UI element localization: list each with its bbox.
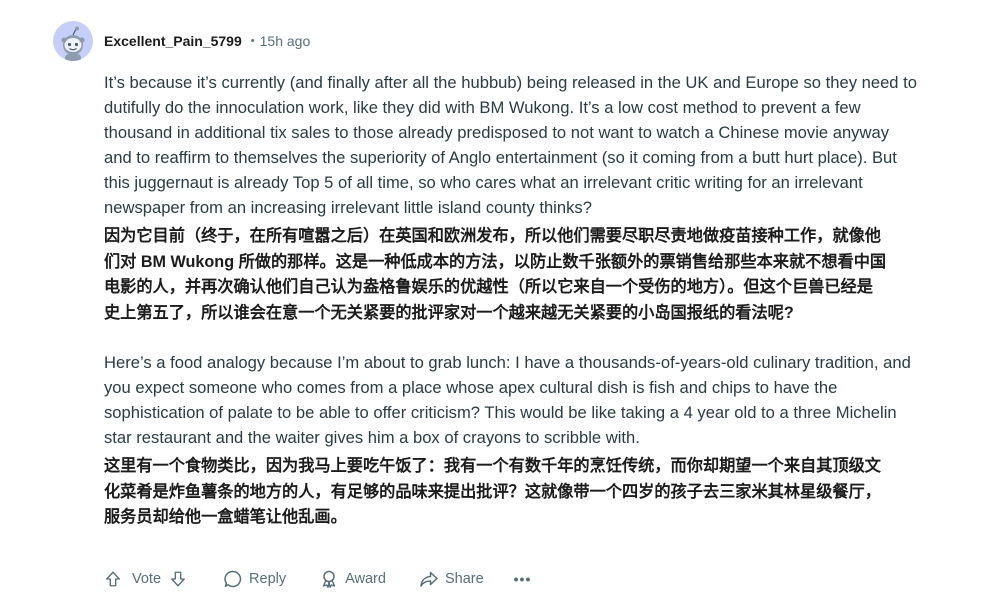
comment-paragraph-chinese-2: 这里有一个食物类比，因为我马上要吃午饭了：我有一个有数千年的烹饪传统，而你却期望…	[104, 457, 881, 526]
share-label: Share	[444, 571, 484, 587]
comment-paragraph-english-1: It’s because it’s currently (and finally…	[104, 73, 917, 217]
reply-label: Reply	[249, 571, 287, 587]
comment-author[interactable]: Excellent_Pain_5799	[104, 33, 242, 49]
share-arrow-icon	[419, 569, 439, 589]
comment-header: Excellent_Pain_5799 • 15h ago	[53, 20, 310, 62]
comment-timestamp: 15h ago	[259, 33, 311, 49]
comment-body: It’s because it’s currently (and finally…	[104, 70, 964, 531]
comment-action-bar: Vote Reply Award Share •••	[104, 566, 531, 592]
reply-button[interactable]: Reply	[223, 569, 286, 589]
comment: Excellent_Pain_5799 • 15h ago It’s becau…	[0, 0, 986, 599]
speech-bubble-icon	[223, 569, 243, 589]
award-label: Award	[345, 571, 386, 587]
share-button[interactable]: Share	[419, 569, 484, 589]
award-ribbon-icon	[319, 569, 339, 589]
more-options-button[interactable]: •••	[514, 571, 532, 587]
meta-separator: •	[250, 35, 255, 47]
comment-paragraph-chinese-1: 因为它目前（终于，在所有喧嚣之后）在英国和欧洲发布，所以他们需要尽职尽责地做疫苗…	[104, 227, 887, 322]
vote-control: Vote	[104, 570, 187, 588]
downvote-arrow-icon[interactable]	[169, 570, 187, 588]
comment-paragraph-english-2: Here’s a food analogy because I’m about …	[104, 353, 911, 447]
award-button[interactable]: Award	[319, 569, 386, 589]
snoo-avatar-graphic	[61, 26, 85, 61]
snoo-avatar-icon[interactable]	[53, 21, 93, 61]
more-options-icon: •••	[513, 571, 532, 587]
vote-label: Vote	[132, 571, 162, 587]
upvote-arrow-icon[interactable]	[104, 570, 122, 588]
